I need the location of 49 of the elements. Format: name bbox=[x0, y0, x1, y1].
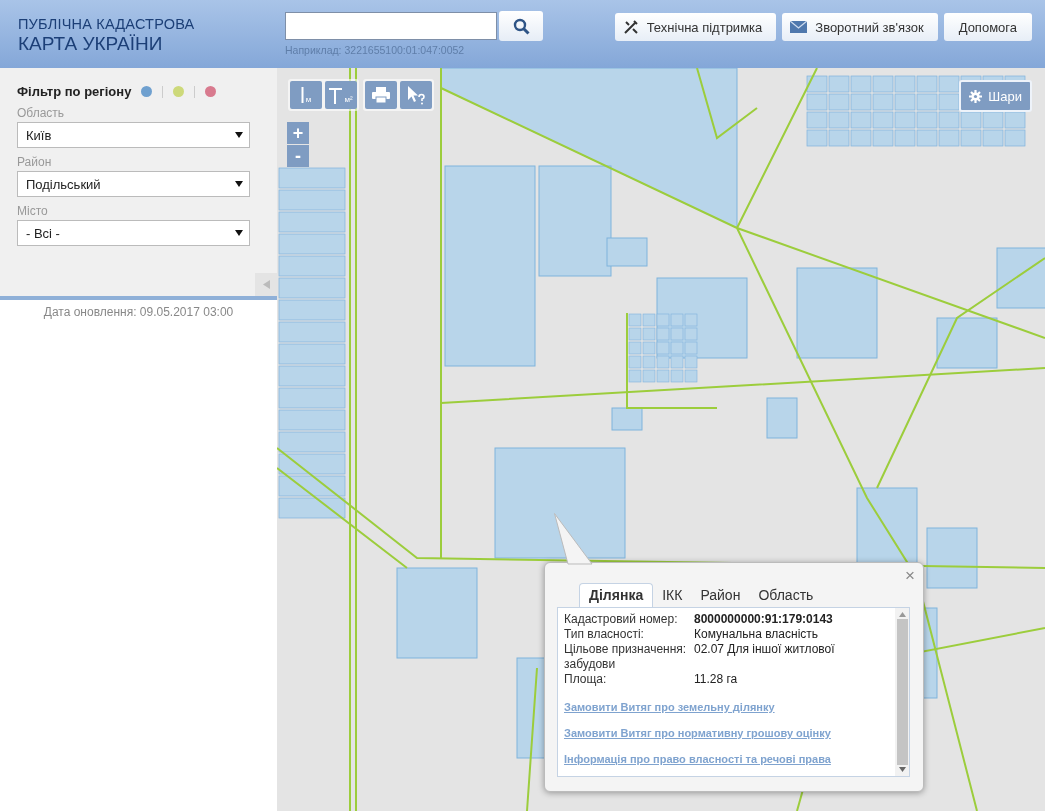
property-label: Кадастровий номер: bbox=[564, 612, 679, 627]
region-color-dot[interactable] bbox=[205, 86, 217, 97]
popup-tab[interactable]: ІКК bbox=[653, 583, 692, 607]
search-icon bbox=[512, 17, 530, 35]
ruler-line-icon bbox=[300, 86, 304, 104]
field-label: Область bbox=[17, 106, 66, 120]
property-label: Цільове призначення: bbox=[564, 642, 688, 657]
property-value: 8000000000:91:179:0143 bbox=[694, 612, 834, 627]
printer-icon bbox=[372, 87, 390, 103]
collapse-button[interactable] bbox=[255, 273, 277, 296]
area-line-icon bbox=[329, 86, 343, 104]
info-pointer-button[interactable] bbox=[400, 81, 432, 109]
field-label: Місто bbox=[17, 204, 49, 218]
dropdown-arrow-icon bbox=[235, 132, 243, 138]
print-button[interactable] bbox=[365, 81, 397, 109]
search-button[interactable] bbox=[499, 11, 543, 41]
region-select[interactable]: Подільський bbox=[17, 171, 250, 197]
popup-tab[interactable]: Область bbox=[749, 583, 823, 607]
property-label: Площа: bbox=[564, 672, 608, 687]
property-value: 02.07 Для іншої житлової bbox=[694, 642, 836, 657]
property-value: 11.28 га bbox=[694, 672, 739, 687]
header-button[interactable]: Технічна підтримка bbox=[614, 13, 777, 41]
update-date: Дата оновлення: 09.05.2017 03:00 bbox=[42, 305, 235, 319]
scroll-up-icon[interactable] bbox=[898, 612, 906, 617]
header-button[interactable]: Зворотний зв'язок bbox=[782, 13, 938, 41]
cursor-question-icon bbox=[406, 85, 426, 105]
popup-tab[interactable]: Район bbox=[691, 583, 750, 607]
field-label: Район bbox=[17, 155, 53, 169]
region-select[interactable]: - Всі - bbox=[17, 220, 250, 246]
region-color-dot[interactable] bbox=[173, 86, 185, 97]
header-button[interactable]: Допомога bbox=[943, 13, 1032, 41]
scroll-down-icon[interactable] bbox=[898, 767, 906, 772]
region-select[interactable]: Київ bbox=[17, 122, 250, 148]
search-field[interactable] bbox=[285, 12, 497, 40]
dropdown-arrow-icon bbox=[235, 230, 243, 236]
tools-icon bbox=[622, 19, 639, 35]
property-value: Комунальна власність bbox=[694, 627, 820, 642]
filter-title: Фільтр по регіону bbox=[17, 84, 132, 99]
region-color-dot[interactable] bbox=[141, 86, 153, 97]
site-title: КАРТА УКРАЇНИ bbox=[18, 33, 164, 55]
dropdown-arrow-icon bbox=[235, 181, 243, 187]
popup-tab[interactable]: Ділянка bbox=[579, 583, 654, 607]
gear-icon bbox=[969, 89, 983, 103]
property-label: Тип власності: bbox=[564, 627, 645, 642]
property-value: забудови bbox=[564, 657, 617, 672]
collapse-arrow-icon bbox=[262, 280, 270, 289]
site-title: ПУБЛІЧНА КАДАСТРОВА bbox=[18, 16, 196, 32]
scrollbar[interactable] bbox=[895, 608, 909, 776]
envelope-icon bbox=[790, 21, 808, 33]
